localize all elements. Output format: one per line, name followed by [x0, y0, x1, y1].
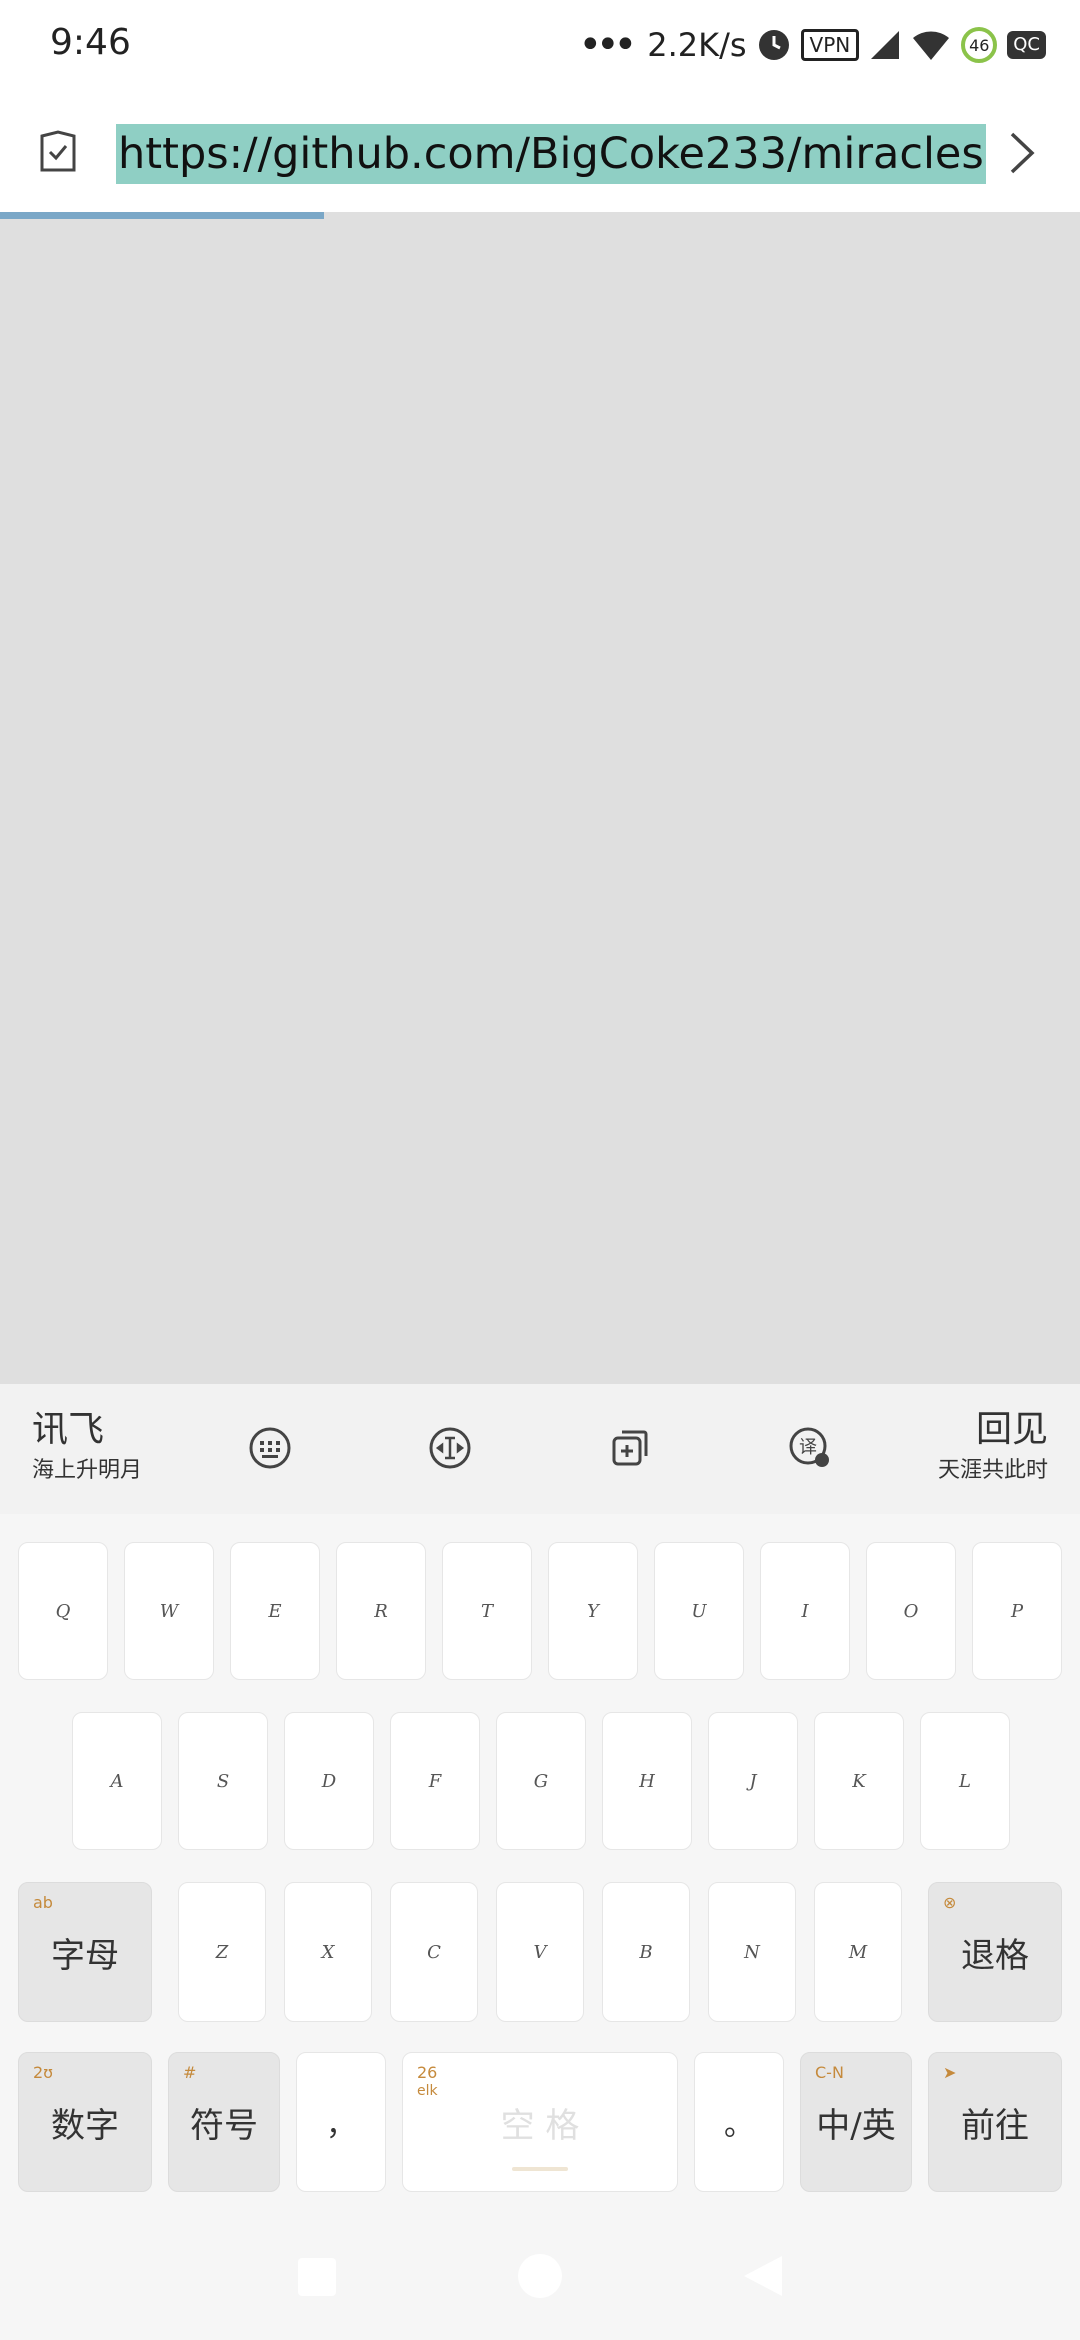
backspace-icon: ⊗ [943, 1893, 957, 1912]
key-g[interactable]: G [496, 1712, 586, 1850]
key-h[interactable]: H [602, 1712, 692, 1850]
key-m[interactable]: M [814, 1882, 902, 2022]
keyboard-brand-left[interactable]: 讯飞 海上升明月 [32, 1410, 142, 1486]
cursor-icon[interactable] [428, 1426, 472, 1470]
key-d[interactable]: D [284, 1712, 374, 1850]
space-key-label: 空 格 [500, 2105, 580, 2146]
key-o[interactable]: O [866, 1542, 956, 1680]
key-t[interactable]: T [442, 1542, 532, 1680]
network-speed: 2.2K/s [647, 26, 747, 64]
backspace-key[interactable]: ⊗ 退格 [928, 1882, 1062, 2022]
comma-key[interactable]: ， [296, 2052, 386, 2192]
page-load-progress [0, 212, 324, 219]
shield-check-icon[interactable] [38, 130, 78, 176]
backspace-key-label: 退格 [961, 1935, 1029, 1976]
url-input[interactable]: https://github.com/BigCoke233/miracles [116, 124, 986, 184]
language-switch-key[interactable]: C-N 中/英 [800, 2052, 912, 2192]
key-a[interactable]: A [72, 1712, 162, 1850]
letters-key-hint: ab [33, 1893, 53, 1912]
key-s[interactable]: S [178, 1712, 268, 1850]
key-u[interactable]: U [654, 1542, 744, 1680]
letters-key-label: 字母 [51, 1935, 119, 1976]
key-z[interactable]: Z [178, 1882, 266, 2022]
space-indicator [512, 2167, 568, 2171]
numbers-key-label: 数字 [51, 2105, 119, 2146]
numbers-key[interactable]: 2ʊ 数字 [18, 2052, 152, 2192]
language-key-label: 中/英 [816, 2105, 896, 2146]
numbers-key-hint: 2ʊ [33, 2063, 54, 2082]
recents-button[interactable] [298, 2258, 336, 2296]
key-v[interactable]: V [496, 1882, 584, 2022]
brand-right-subtitle: 天涯共此时 [937, 1458, 1048, 1483]
vpn-badge: VPN [800, 29, 860, 61]
signal-icon [871, 31, 900, 59]
status-bar: 9:46 ••• 2.2K/s VPN 46 QC [0, 0, 1080, 100]
key-f[interactable]: F [390, 1712, 480, 1850]
key-b[interactable]: B [602, 1882, 690, 2022]
key-p[interactable]: P [972, 1542, 1062, 1680]
brand-left-subtitle: 海上升明月 [32, 1458, 143, 1483]
space-hint-top: 26 [417, 2063, 438, 2082]
translate-icon[interactable]: 译 [788, 1426, 832, 1470]
wifi-icon [913, 31, 950, 60]
space-key[interactable]: 26 elk 空 格 [402, 2052, 678, 2192]
clock: 9:46 [50, 22, 131, 63]
key-r[interactable]: R [336, 1542, 426, 1680]
keyboard-brand-right[interactable]: 回见 天涯共此时 [938, 1410, 1048, 1486]
language-key-hint: C-N [815, 2063, 844, 2082]
keyboard [0, 1384, 1080, 2340]
keyboard-icon[interactable] [248, 1426, 292, 1470]
key-i[interactable]: I [760, 1542, 850, 1680]
back-button[interactable] [744, 2256, 782, 2296]
brand-left-title: 讯飞 [32, 1409, 105, 1450]
key-x[interactable]: X [284, 1882, 372, 2022]
go-key[interactable]: ➤ 前往 [928, 2052, 1062, 2192]
svg-text:译: 译 [799, 1437, 817, 1458]
letters-key[interactable]: ab 字母 [18, 1882, 152, 2022]
clipboard-icon[interactable] [608, 1426, 652, 1470]
key-c[interactable]: C [390, 1882, 478, 2022]
key-l[interactable]: L [920, 1712, 1010, 1850]
period-key[interactable]: 。 [694, 2052, 784, 2192]
key-e[interactable]: E [230, 1542, 320, 1680]
symbols-key-hint: # [183, 2063, 197, 2082]
key-q[interactable]: Q [18, 1542, 108, 1680]
key-w[interactable]: W [124, 1542, 214, 1680]
key-n[interactable]: N [708, 1882, 796, 2022]
home-button[interactable] [518, 2254, 562, 2298]
battery-icon: 46 [961, 27, 998, 63]
symbols-key-label: 符号 [190, 2105, 258, 2146]
chevron-right-icon[interactable] [1004, 130, 1040, 176]
key-k[interactable]: K [814, 1712, 904, 1850]
space-hint-bottom: elk [417, 2083, 438, 2099]
go-key-label: 前往 [961, 2105, 1029, 2146]
key-j[interactable]: J [708, 1712, 798, 1850]
status-icons: ••• 2.2K/s VPN 46 QC [578, 22, 1046, 68]
alarm-icon [758, 30, 789, 60]
brand-right-title: 回见 [975, 1409, 1048, 1450]
keyboard-toolbar [0, 1384, 1080, 1514]
key-y[interactable]: Y [548, 1542, 638, 1680]
symbols-key[interactable]: # 符号 [168, 2052, 280, 2192]
web-content[interactable] [0, 212, 1080, 1384]
more-dots-icon: ••• [578, 22, 637, 68]
quick-charge-badge: QC [1007, 31, 1046, 59]
send-arrow-icon: ➤ [943, 2063, 957, 2082]
